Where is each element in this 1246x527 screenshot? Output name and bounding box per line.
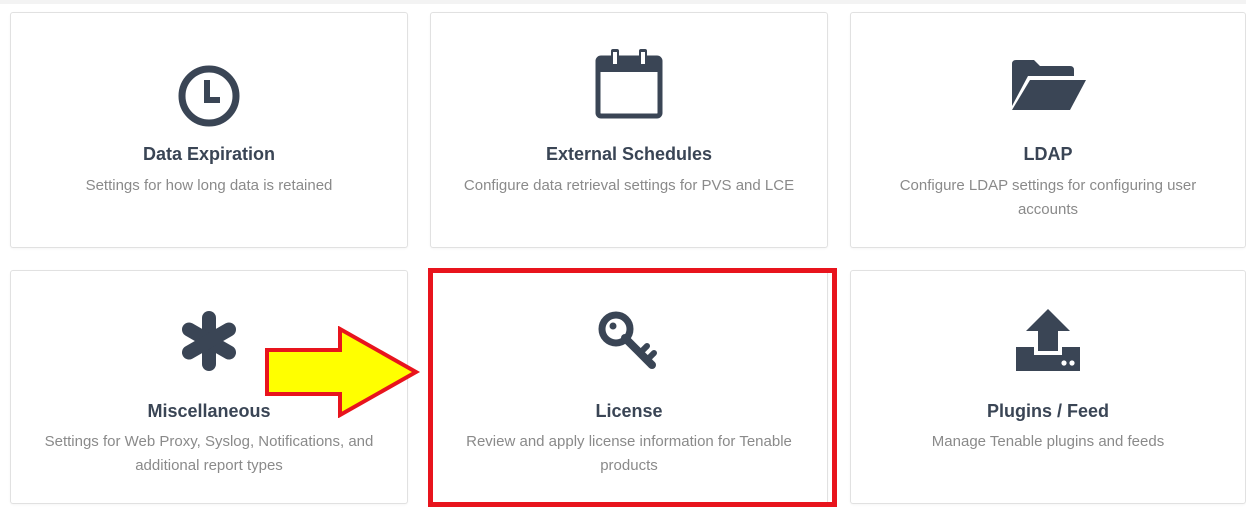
card-title: License [595, 401, 663, 421]
folder-open-icon [851, 56, 1245, 112]
card-title: LDAP [1023, 144, 1073, 164]
card-external-schedules[interactable]: External Schedules Configure data retrie… [430, 12, 828, 248]
upload-icon [851, 307, 1245, 373]
calendar-icon [431, 48, 827, 120]
card-ldap[interactable]: LDAP Configure LDAP settings for configu… [850, 12, 1246, 248]
card-description: Manage Tenable plugins and feeds [931, 433, 1165, 450]
card-description: Configure data retrieval settings for PV… [463, 177, 795, 194]
card-title: Miscellaneous [147, 401, 271, 421]
card-description: Settings for Web Proxy, Syslog, Notifica… [44, 433, 374, 474]
clock-icon [11, 65, 407, 127]
card-title: External Schedules [545, 144, 713, 164]
card-plugins-feed[interactable]: Plugins / Feed Manage Tenable plugins an… [850, 270, 1246, 504]
card-description: Settings for how long data is retained [85, 177, 333, 194]
key-icon [431, 307, 827, 373]
card-data-expiration[interactable]: Data Expiration Settings for how long da… [10, 12, 408, 248]
card-title: Data Expiration [142, 144, 276, 164]
top-divider [0, 0, 1246, 4]
card-description: Configure LDAP settings for configuring … [899, 177, 1197, 218]
card-license[interactable]: License Review and apply license informa… [430, 270, 828, 504]
card-miscellaneous[interactable]: Miscellaneous Settings for Web Proxy, Sy… [10, 270, 408, 504]
asterisk-icon [11, 311, 407, 371]
card-title: Plugins / Feed [986, 401, 1110, 421]
card-description: Review and apply license information for… [466, 433, 792, 474]
